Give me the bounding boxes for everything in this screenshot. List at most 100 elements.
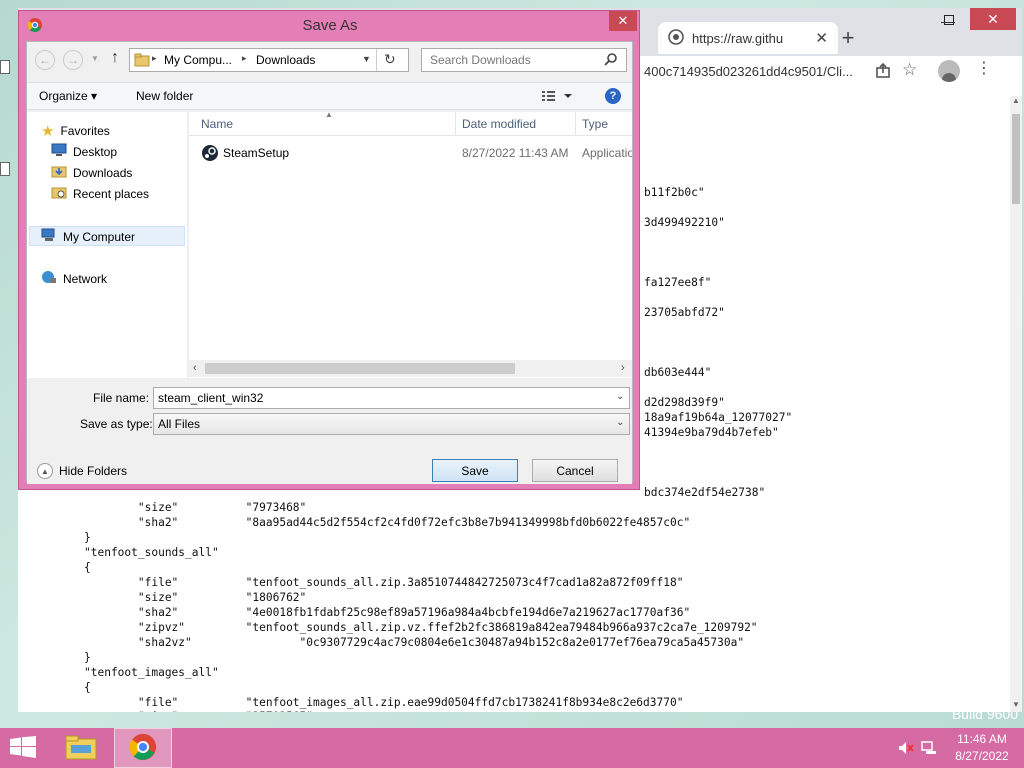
- breadcrumb-downloads[interactable]: Downloads: [256, 53, 315, 67]
- save-button[interactable]: Save: [432, 459, 518, 482]
- column-date-modified[interactable]: Date modified: [462, 117, 536, 131]
- recent-places-icon: [51, 185, 67, 202]
- chrome-close-button[interactable]: ✕: [970, 8, 1016, 30]
- network-tray-icon[interactable]: [921, 740, 937, 759]
- forward-arrow-icon[interactable]: →: [63, 50, 83, 70]
- star-icon: ★: [41, 123, 55, 140]
- clock-time: 11:46 AM: [957, 732, 1007, 746]
- help-icon[interactable]: ?: [605, 88, 621, 104]
- desktop-icon-edge[interactable]: [0, 60, 10, 74]
- nav-network-label: Network: [63, 271, 108, 286]
- history-chevron-icon[interactable]: ▼: [91, 54, 99, 63]
- breadcrumb-my-computer[interactable]: My Compu...: [164, 53, 232, 67]
- dialog-close-button[interactable]: ✕: [609, 11, 637, 31]
- hide-folders-button[interactable]: ▲ Hide Folders: [37, 463, 127, 479]
- code-fragment: 23705abfd72": [644, 306, 725, 319]
- code-line: "tenfoot_sounds_all": [84, 546, 219, 559]
- chevron-down-icon[interactable]: ▼: [362, 54, 371, 64]
- hscroll-thumb[interactable]: [205, 363, 515, 374]
- desktop-icon-edge[interactable]: [0, 162, 10, 176]
- code-fragment: b11f2b0c": [644, 186, 705, 199]
- file-type: Applicatio: [582, 146, 632, 160]
- scrollbar-thumb[interactable]: [1012, 114, 1020, 204]
- maximize-icon[interactable]: [944, 15, 954, 25]
- menu-dots-icon[interactable]: ⋮: [976, 61, 992, 77]
- search-placeholder: Search Downloads: [430, 53, 531, 67]
- tab-title: https://raw.githu: [692, 30, 784, 46]
- chevron-down-icon[interactable]: ⌄: [616, 417, 624, 428]
- url-text: 400c714935d023261dd4c9501/Cli...: [644, 64, 853, 79]
- new-folder-button[interactable]: New folder: [136, 89, 193, 103]
- code-line: }: [84, 531, 91, 544]
- code-line: "size" "25703565": [84, 710, 313, 712]
- save-as-dialog: Save As ✕ ← → ▼ ↑ ▸ My Compu... ▸ Downlo…: [18, 10, 640, 490]
- search-icon[interactable]: [604, 52, 618, 69]
- taskbar: 11:46 AM 8/27/2022: [0, 728, 1024, 768]
- taskbar-chrome[interactable]: [114, 728, 172, 768]
- chevron-down-icon[interactable]: ⌄: [616, 391, 624, 402]
- sort-indicator-icon: ▲: [325, 110, 333, 119]
- globe-icon: [668, 28, 684, 48]
- steam-icon: [201, 144, 219, 165]
- dialog-title: Save As: [302, 17, 358, 34]
- clock-date: 8/27/2022: [955, 749, 1009, 763]
- file-name-value: steam_client_win32: [158, 391, 264, 405]
- code-line: "file" "tenfoot_images_all.zip.eae99d050…: [84, 696, 684, 709]
- refresh-icon[interactable]: ↻: [384, 51, 396, 68]
- code-line: "zipvz" "tenfoot_sounds_all.zip.vz.ffef2…: [84, 621, 758, 634]
- star-icon[interactable]: ☆: [902, 60, 917, 80]
- folder-icon: [134, 52, 150, 71]
- tab-close-icon[interactable]: ✕: [815, 29, 828, 47]
- cancel-button[interactable]: Cancel: [532, 459, 618, 482]
- speaker-muted-icon[interactable]: [898, 740, 914, 759]
- hide-folders-label: Hide Folders: [59, 464, 128, 478]
- organize-button[interactable]: Organize ▾: [39, 89, 97, 103]
- file-list-hscrollbar[interactable]: ‹ ›: [189, 360, 632, 377]
- file-name-input[interactable]: steam_client_win32 ⌄: [153, 387, 630, 409]
- nav-desktop[interactable]: Desktop: [51, 143, 117, 160]
- file-name: SteamSetup: [223, 146, 290, 160]
- code-fragment: bdc374e2df54e2738": [644, 486, 766, 499]
- clock[interactable]: 11:46 AM 8/27/2022: [944, 732, 1020, 763]
- nav-recent-places[interactable]: Recent places: [51, 185, 149, 202]
- taskbar-file-explorer[interactable]: [58, 728, 104, 768]
- view-options-icon[interactable]: [542, 89, 572, 106]
- browser-tab[interactable]: https://raw.githu ✕: [658, 22, 838, 54]
- code-line: "sha2" "8aa95ad44c5d2f554cf2c4fd0f72efc3…: [84, 516, 691, 529]
- code-fragment: d2d298d39f9": [644, 396, 725, 409]
- nav-favorites[interactable]: ★ Favorites: [41, 122, 110, 140]
- code-fragment: 18a9af19b64a_12077027": [644, 411, 793, 424]
- nav-desktop-label: Desktop: [73, 144, 118, 159]
- profile-avatar-icon[interactable]: [938, 60, 960, 82]
- nav-downloads[interactable]: Downloads: [51, 164, 132, 181]
- save-as-type-value: All Files: [158, 417, 201, 431]
- address-bar[interactable]: 400c714935d023261dd4c9501/Cli... ☆: [638, 56, 1022, 88]
- scroll-right-icon[interactable]: ›: [621, 362, 625, 374]
- organize-label: Organize: [39, 89, 88, 103]
- save-options-area: File name: steam_client_win32 ⌄ Save as …: [27, 379, 632, 484]
- save-as-type-select[interactable]: All Files ⌄: [153, 413, 630, 435]
- file-row-steamsetup[interactable]: SteamSetup 8/27/2022 11:43 AM Applicatio: [189, 142, 632, 164]
- nav-favorites-label: Favorites: [60, 124, 110, 138]
- nav-my-computer-label: My Computer: [63, 229, 136, 244]
- save-as-type-label: Save as type:: [80, 417, 153, 431]
- nav-my-computer[interactable]: My Computer: [41, 228, 135, 245]
- scroll-left-icon[interactable]: ‹: [193, 362, 197, 374]
- start-button[interactable]: [0, 728, 46, 768]
- page-scrollbar[interactable]: ▲ ▼: [1010, 96, 1022, 712]
- nav-network[interactable]: Network: [41, 270, 107, 287]
- code-line: "sha2" "4e0018fb1fdabf25c98ef89a57196a98…: [84, 606, 691, 619]
- share-icon[interactable]: [874, 62, 892, 83]
- downloads-folder-icon: [51, 164, 67, 181]
- breadcrumb-bar[interactable]: ▸ My Compu... ▸ Downloads ▼ ↻: [129, 48, 409, 72]
- back-arrow-icon[interactable]: ←: [35, 50, 55, 70]
- column-name[interactable]: Name: [201, 117, 233, 131]
- code-line: "size" "1806762": [84, 591, 307, 604]
- search-downloads-input[interactable]: Search Downloads: [421, 48, 627, 72]
- up-arrow-icon[interactable]: ↑: [111, 49, 119, 67]
- file-explorer-icon: [65, 733, 97, 764]
- new-tab-icon[interactable]: +: [834, 24, 862, 52]
- column-type[interactable]: Type: [582, 117, 608, 131]
- file-list-pane: ▲ Name Date modified Type SteamSetup 8/2…: [189, 110, 632, 378]
- code-fragment: 3d499492210": [644, 216, 725, 229]
